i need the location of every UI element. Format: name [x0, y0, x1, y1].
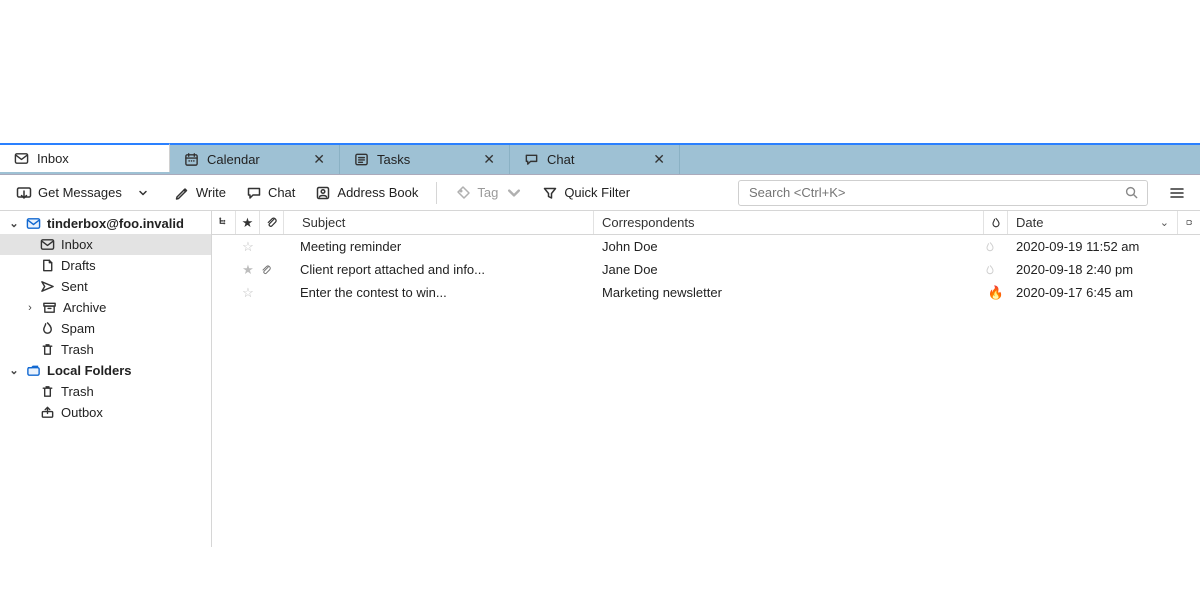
- folder-label: Sent: [61, 279, 88, 294]
- col-hot[interactable]: [984, 211, 1008, 234]
- quick-filter-label: Quick Filter: [564, 185, 630, 200]
- attachment-icon: [260, 264, 284, 276]
- folder-label: Trash: [61, 384, 94, 399]
- account-row-local[interactable]: ⌄ Local Folders: [0, 360, 211, 381]
- tab-strip: Inbox Calendar ✕ Tasks ✕ Chat ✕: [0, 143, 1200, 175]
- chat-button[interactable]: Chat: [238, 181, 303, 205]
- folder-sent[interactable]: Sent: [0, 276, 211, 297]
- account-row[interactable]: ⌄ tinderbox@foo.invalid: [0, 213, 211, 234]
- message-list-pane: ★ Subject Correspondents Date⌄ ☆ Meeting…: [212, 211, 1200, 547]
- folder-archive[interactable]: › Archive: [0, 297, 211, 318]
- spam-icon: [40, 321, 55, 336]
- search-input[interactable]: [747, 184, 1116, 201]
- col-date[interactable]: Date⌄: [1008, 211, 1178, 234]
- tab-label: Tasks: [377, 152, 410, 167]
- tasks-icon: [354, 152, 369, 167]
- get-messages-label: Get Messages: [38, 185, 122, 200]
- folder-label: Outbox: [61, 405, 103, 420]
- mail-icon: [40, 237, 55, 252]
- subject-cell: Meeting reminder: [284, 239, 594, 254]
- folder-label: Trash: [61, 342, 94, 357]
- star-icon[interactable]: ☆: [236, 285, 260, 301]
- folder-label: Drafts: [61, 258, 96, 273]
- date-cell: 2020-09-18 2:40 pm: [1008, 262, 1178, 277]
- tag-label: Tag: [477, 185, 498, 200]
- chevron-down-icon: ⌄: [1160, 216, 1169, 229]
- folder-spam[interactable]: Spam: [0, 318, 211, 339]
- tab-label: Chat: [547, 152, 574, 167]
- folder-label: Archive: [63, 300, 106, 315]
- col-attachment[interactable]: [260, 211, 284, 234]
- column-headers: ★ Subject Correspondents Date⌄: [212, 211, 1200, 235]
- draft-icon: [40, 258, 55, 273]
- chevron-down-icon[interactable]: ⌄: [8, 364, 20, 377]
- message-row[interactable]: ☆ Enter the contest to win... Marketing …: [212, 281, 1200, 304]
- archive-icon: [42, 300, 57, 315]
- app-menu-button[interactable]: [1162, 180, 1192, 206]
- folder-inbox[interactable]: Inbox: [0, 234, 211, 255]
- get-messages-button[interactable]: Get Messages: [8, 181, 130, 205]
- subject-cell: Enter the contest to win...: [284, 285, 594, 300]
- search-icon: [1124, 185, 1139, 200]
- sent-icon: [40, 279, 55, 294]
- col-star[interactable]: ★: [236, 211, 260, 234]
- tab-inbox[interactable]: Inbox: [0, 143, 170, 172]
- date-cell: 2020-09-17 6:45 am: [1008, 285, 1178, 300]
- hot-cell: [984, 264, 1008, 276]
- get-messages-dropdown[interactable]: [134, 188, 152, 198]
- col-subject[interactable]: Subject: [284, 211, 594, 234]
- from-cell: John Doe: [594, 239, 984, 254]
- tag-button[interactable]: Tag: [447, 181, 530, 205]
- outbox-icon: [40, 405, 55, 420]
- tab-chat[interactable]: Chat ✕: [510, 145, 680, 174]
- address-book-button[interactable]: Address Book: [307, 181, 426, 205]
- close-icon[interactable]: ✕: [313, 151, 325, 168]
- date-cell: 2020-09-19 11:52 am: [1008, 239, 1178, 254]
- account-name: tinderbox@foo.invalid: [47, 216, 184, 231]
- from-cell: Jane Doe: [594, 262, 984, 277]
- tab-calendar[interactable]: Calendar ✕: [170, 145, 340, 174]
- search-box[interactable]: [738, 180, 1148, 206]
- chat-icon: [524, 152, 539, 167]
- folder-pane: ⌄ tinderbox@foo.invalid Inbox Drafts Sen…: [0, 211, 212, 547]
- subject-cell: Client report attached and info...: [284, 262, 594, 277]
- from-cell: Marketing newsletter: [594, 285, 984, 300]
- account-name: Local Folders: [47, 363, 132, 378]
- star-icon[interactable]: ★: [236, 262, 260, 278]
- local-folders-icon: [26, 363, 41, 378]
- hot-cell: [984, 241, 1008, 253]
- trash-icon: [40, 342, 55, 357]
- account-mail-icon: [26, 216, 41, 231]
- message-row[interactable]: ★ Client report attached and info... Jan…: [212, 258, 1200, 281]
- close-icon[interactable]: ✕: [653, 151, 665, 168]
- fire-icon: 🔥: [984, 285, 1008, 301]
- star-icon[interactable]: ☆: [236, 239, 260, 255]
- col-correspondents[interactable]: Correspondents: [594, 211, 984, 234]
- toolbar: Get Messages Write Chat Address Book Tag…: [0, 175, 1200, 211]
- tab-label: Inbox: [37, 151, 69, 166]
- toolbar-separator: [436, 182, 437, 204]
- quick-filter-button[interactable]: Quick Filter: [534, 181, 638, 205]
- folder-trash[interactable]: Trash: [0, 339, 211, 360]
- message-row[interactable]: ☆ Meeting reminder John Doe 2020-09-19 1…: [212, 235, 1200, 258]
- trash-icon: [40, 384, 55, 399]
- calendar-icon: [184, 152, 199, 167]
- folder-outbox[interactable]: Outbox: [0, 402, 211, 423]
- write-label: Write: [196, 185, 226, 200]
- folder-label: Inbox: [61, 237, 93, 252]
- close-icon[interactable]: ✕: [483, 151, 495, 168]
- write-button[interactable]: Write: [166, 181, 234, 205]
- mail-icon: [14, 151, 29, 166]
- folder-label: Spam: [61, 321, 95, 336]
- chevron-down-icon[interactable]: ⌄: [8, 217, 20, 230]
- chevron-right-icon[interactable]: ›: [24, 302, 36, 314]
- address-book-label: Address Book: [337, 185, 418, 200]
- tab-tasks[interactable]: Tasks ✕: [340, 145, 510, 174]
- chat-label: Chat: [268, 185, 295, 200]
- tab-label: Calendar: [207, 152, 260, 167]
- column-picker[interactable]: [1178, 211, 1200, 234]
- folder-drafts[interactable]: Drafts: [0, 255, 211, 276]
- folder-trash-local[interactable]: Trash: [0, 381, 211, 402]
- col-thread[interactable]: [212, 211, 236, 234]
